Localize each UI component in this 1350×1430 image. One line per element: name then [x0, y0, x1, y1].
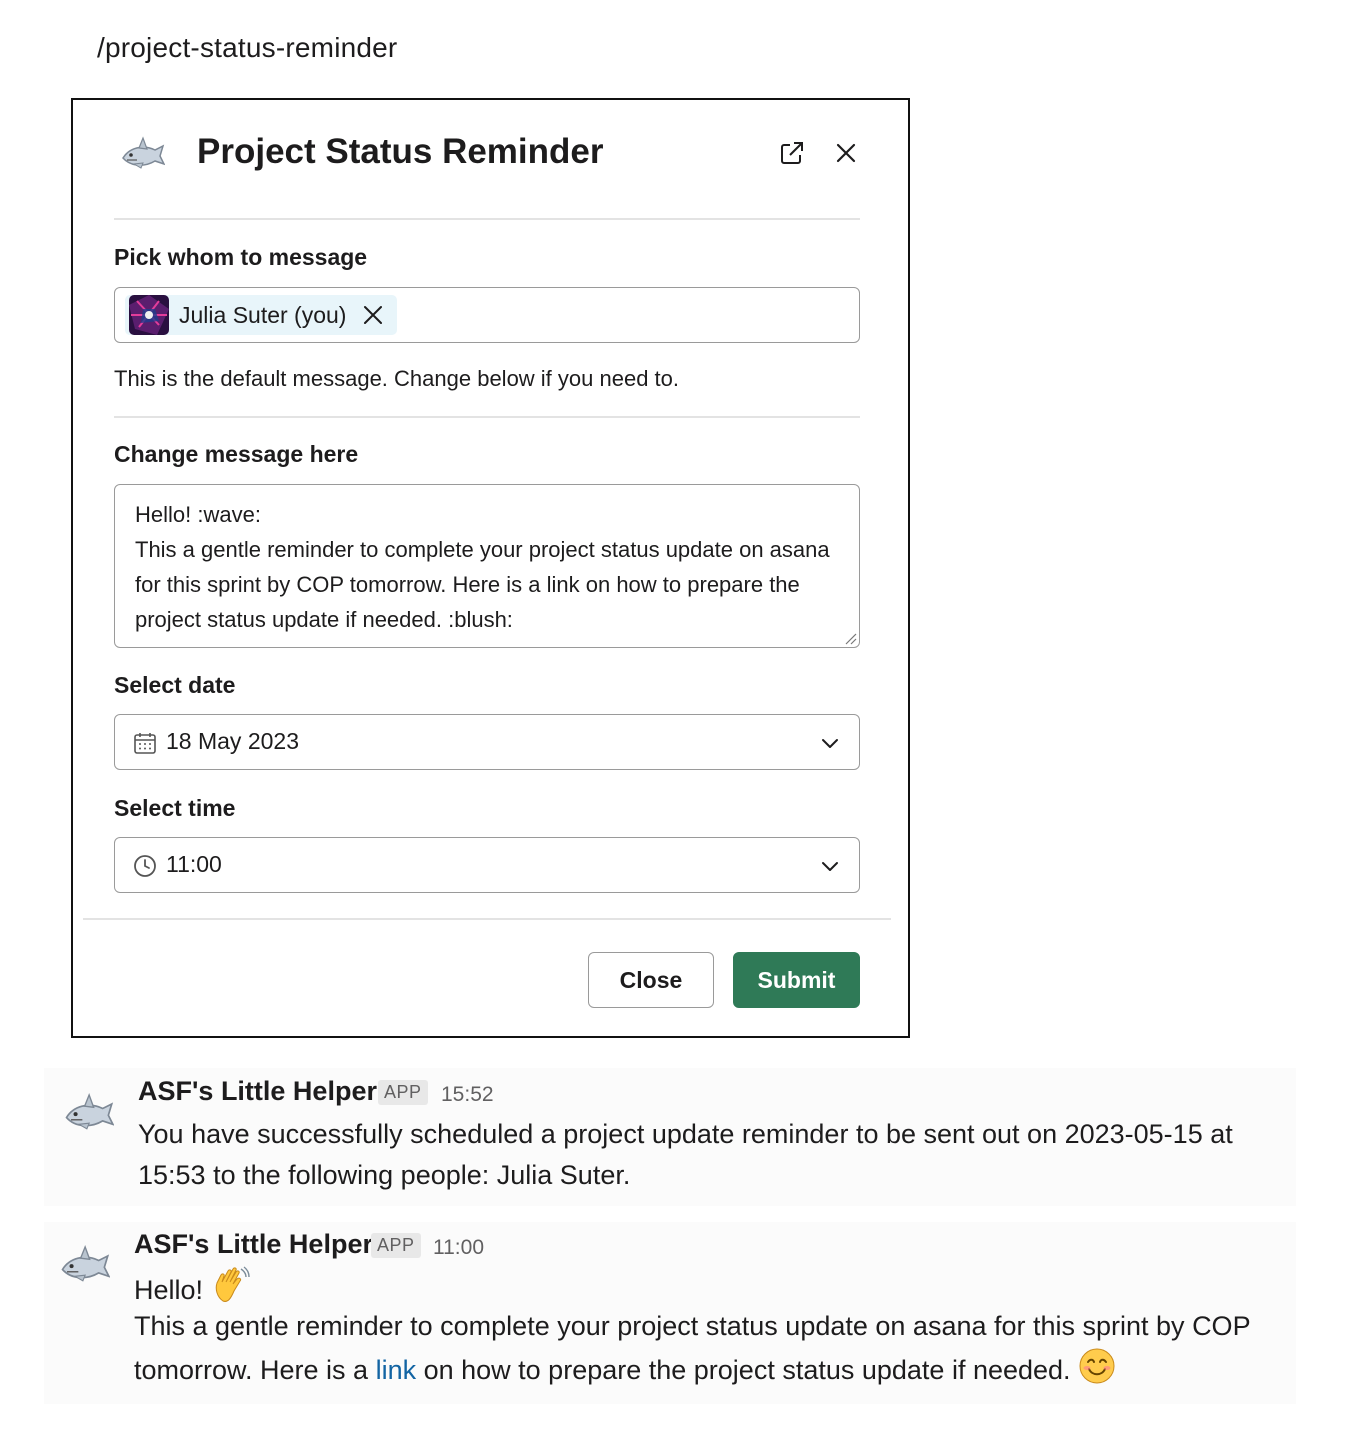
open-in-new-window-icon[interactable]	[777, 138, 807, 168]
message-body: You have successfully scheduled a projec…	[138, 1119, 1233, 1190]
modal-title: Project Status Reminder	[197, 132, 604, 171]
message-sender[interactable]: ASF's Little Helper	[134, 1229, 373, 1260]
message-textarea[interactable]: Hello! :wave: This a gentle reminder to …	[114, 484, 860, 648]
guide-link[interactable]: link	[376, 1355, 417, 1385]
modal-header: Project Status Reminder	[73, 100, 908, 218]
recipients-select[interactable]: Julia Suter (you)	[114, 287, 860, 343]
shark-app-icon	[122, 136, 165, 169]
clock-icon	[134, 855, 156, 877]
app-badge: APP	[371, 1233, 421, 1258]
date-label: Select date	[114, 672, 236, 698]
message-timestamp[interactable]: 15:52	[441, 1083, 494, 1107]
slash-command-text: /project-status-reminder	[97, 32, 398, 63]
wave-emoji-icon	[215, 1266, 250, 1302]
user-avatar	[129, 295, 169, 335]
footer-divider	[83, 918, 891, 920]
shark-app-avatar	[61, 1245, 110, 1282]
resize-grip-icon[interactable]	[843, 631, 857, 645]
calendar-icon	[134, 733, 156, 754]
date-picker[interactable]: 18 May 2023	[114, 714, 860, 770]
recipients-label: Pick whom to message	[114, 244, 368, 270]
blush-emoji-icon	[1079, 1348, 1115, 1384]
message-body: This a gentle reminder to complete your …	[134, 1306, 1274, 1391]
default-message-hint: This is the default message. Change belo…	[114, 366, 680, 391]
recipient-name: Julia Suter (you)	[179, 302, 347, 328]
shark-app-avatar	[65, 1093, 114, 1130]
message-timestamp[interactable]: 11:00	[433, 1236, 484, 1260]
remove-recipient-icon[interactable]	[361, 303, 385, 327]
message-text-part: on how to prepare the project status upd…	[416, 1355, 1071, 1385]
date-value: 18 May 2023	[166, 728, 299, 754]
time-value: 11:00	[166, 851, 222, 877]
chevron-down-icon	[822, 862, 838, 871]
recipient-chip[interactable]: Julia Suter (you)	[125, 295, 397, 335]
section-divider	[114, 416, 860, 418]
message-label: Change message here	[114, 441, 359, 467]
header-divider	[114, 218, 860, 220]
chevron-down-icon	[822, 739, 838, 748]
project-status-reminder-modal: Project Status Reminder Pick whom to mes…	[71, 98, 910, 1038]
time-picker[interactable]: 11:00	[114, 837, 860, 893]
close-icon[interactable]	[831, 138, 861, 168]
close-button[interactable]: Close	[588, 952, 714, 1008]
submit-button[interactable]: Submit	[733, 952, 860, 1008]
message-text: Hello! :wave: This a gentle reminder to …	[135, 502, 830, 632]
message-greeting: Hello!	[134, 1265, 251, 1311]
message-sender[interactable]: ASF's Little Helper	[138, 1076, 377, 1107]
time-label: Select time	[114, 795, 236, 821]
greeting-text: Hello!	[134, 1275, 204, 1305]
app-badge: APP	[378, 1080, 428, 1105]
